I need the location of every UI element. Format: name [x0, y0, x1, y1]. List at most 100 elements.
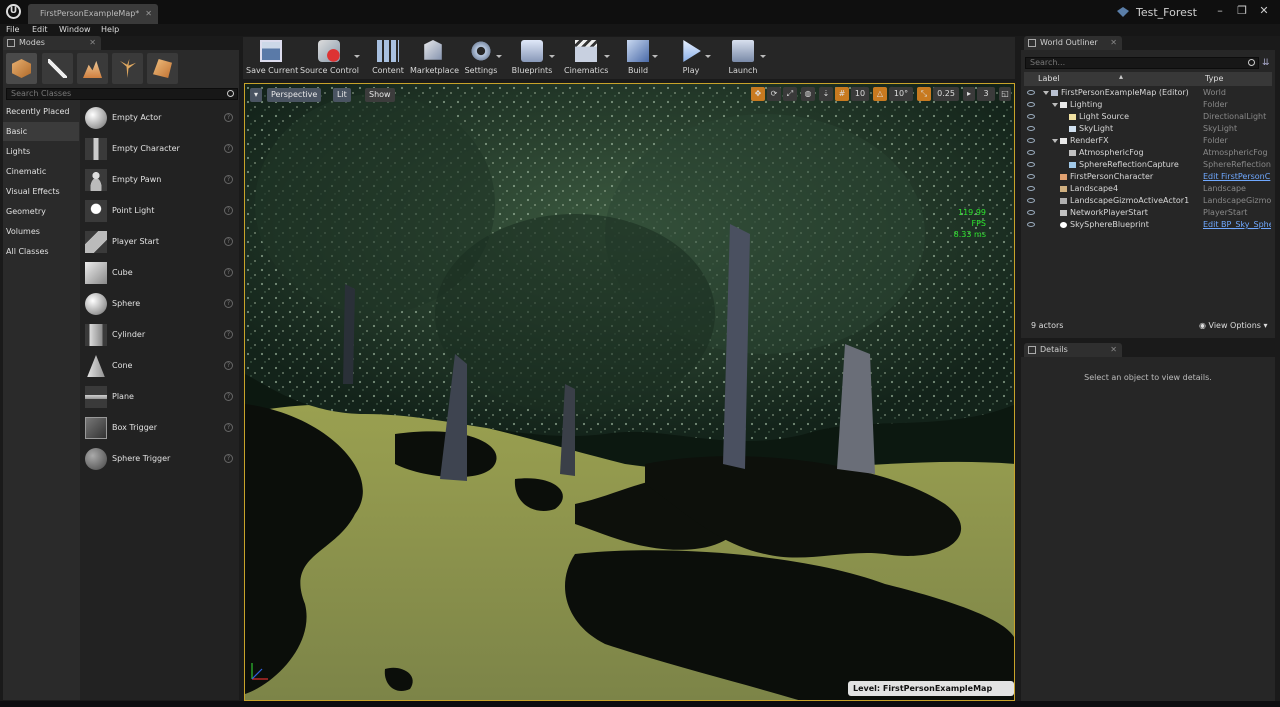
outliner-row[interactable]: Landscape4 Landscape	[1021, 183, 1275, 195]
scale-snap-toggle[interactable]: ⤡	[917, 87, 931, 101]
visibility-eye-icon[interactable]	[1027, 222, 1035, 227]
outliner-row[interactable]: FirstPersonExampleMap (Editor) World	[1021, 87, 1275, 99]
item-sphere-trigger[interactable]: Sphere Trigger ?	[80, 445, 239, 476]
minimize-button[interactable]: –	[1212, 4, 1228, 18]
category-geometry[interactable]: Geometry	[3, 202, 79, 221]
lit-button[interactable]: Lit	[333, 88, 351, 102]
build-button[interactable]: Build	[620, 37, 658, 79]
help-icon[interactable]: ?	[224, 113, 233, 122]
launch-button[interactable]: Launch	[722, 37, 766, 79]
close-window-button[interactable]: ✕	[1256, 4, 1272, 18]
category-basic[interactable]: Basic	[3, 122, 79, 141]
category-all-classes[interactable]: All Classes	[3, 242, 79, 261]
visibility-eye-icon[interactable]	[1027, 174, 1035, 179]
edit-blueprint-link[interactable]: Edit FirstPersonC	[1203, 171, 1271, 183]
item-plane[interactable]: Plane ?	[80, 383, 239, 414]
help-icon[interactable]: ?	[224, 299, 233, 308]
paint-mode-button[interactable]	[42, 53, 73, 84]
viewport-options-button[interactable]: ▾	[250, 88, 263, 102]
visibility-eye-icon[interactable]	[1027, 162, 1035, 167]
camera-speed-icon[interactable]: ▸	[963, 87, 975, 101]
content-button[interactable]: Content	[368, 37, 408, 79]
help-icon[interactable]: ?	[224, 175, 233, 184]
place-mode-button[interactable]	[6, 53, 37, 84]
maximize-button[interactable]: ❐	[1234, 4, 1250, 18]
foliage-mode-button[interactable]	[112, 53, 143, 84]
settings-button[interactable]: Settings	[462, 37, 502, 79]
help-icon[interactable]: ?	[224, 206, 233, 215]
help-icon[interactable]: ?	[224, 361, 233, 370]
settings-dropdown-icon[interactable]	[496, 55, 502, 58]
label-column-header[interactable]: Label	[1038, 72, 1060, 86]
save-current-button[interactable]: Save Current	[246, 37, 298, 79]
play-dropdown-icon[interactable]	[705, 55, 711, 58]
details-tab[interactable]: Details ✕	[1024, 343, 1122, 357]
rotation-snap-toggle[interactable]: △	[873, 87, 887, 101]
landscape-mode-button[interactable]	[77, 53, 108, 84]
scale-snap-value[interactable]: 0.25	[933, 87, 959, 101]
visibility-eye-icon[interactable]	[1027, 186, 1035, 191]
visibility-eye-icon[interactable]	[1027, 102, 1035, 107]
outliner-row[interactable]: SphereReflectionCapture SphereReflectionC	[1021, 159, 1275, 171]
category-volumes[interactable]: Volumes	[3, 222, 79, 241]
outliner-row[interactable]: SkySphereBlueprint Edit BP_Sky_Sphe	[1021, 219, 1275, 231]
visibility-eye-icon[interactable]	[1027, 198, 1035, 203]
category-cinematic[interactable]: Cinematic	[3, 162, 79, 181]
source-control-button[interactable]: Source Control	[300, 37, 360, 79]
category-recently-placed[interactable]: Recently Placed	[3, 102, 79, 121]
perspective-button[interactable]: Perspective	[267, 88, 322, 102]
item-box-trigger[interactable]: Box Trigger ?	[80, 414, 239, 445]
outliner-row[interactable]: SkyLight SkyLight	[1021, 123, 1275, 135]
menu-help[interactable]: Help	[101, 24, 119, 36]
level-viewport[interactable]: ▾ Perspective Lit Show ✥ ⟳ ⤢ ◍ ⇣ # 10 △ …	[244, 83, 1015, 701]
outliner-row[interactable]: Lighting Folder	[1021, 99, 1275, 111]
category-visual-effects[interactable]: Visual Effects	[3, 182, 79, 201]
close-tab-icon[interactable]: ✕	[145, 4, 152, 24]
item-empty-character[interactable]: Empty Character ?	[80, 135, 239, 166]
outliner-row[interactable]: RenderFX Folder	[1021, 135, 1275, 147]
outliner-search-input[interactable]: Search...	[1025, 57, 1259, 69]
help-icon[interactable]: ?	[224, 392, 233, 401]
outliner-row[interactable]: Light Source DirectionalLight	[1021, 111, 1275, 123]
grid-snap-value[interactable]: 10	[851, 87, 869, 101]
close-details-icon[interactable]: ✕	[1110, 343, 1117, 357]
item-player-start[interactable]: Player Start ?	[80, 228, 239, 259]
visibility-eye-icon[interactable]	[1027, 126, 1035, 131]
expand-arrow-icon[interactable]	[1052, 139, 1058, 143]
menu-file[interactable]: File	[6, 24, 19, 36]
rotate-tool-button[interactable]: ⟳	[767, 87, 781, 101]
marketplace-button[interactable]: Marketplace	[410, 37, 459, 79]
close-outliner-icon[interactable]: ✕	[1110, 36, 1117, 50]
help-icon[interactable]: ?	[224, 237, 233, 246]
camera-speed-value[interactable]: 3	[977, 87, 995, 101]
item-cylinder[interactable]: Cylinder ?	[80, 321, 239, 352]
help-icon[interactable]: ?	[224, 330, 233, 339]
rotation-snap-value[interactable]: 10°	[889, 87, 913, 101]
item-sphere[interactable]: Sphere ?	[80, 290, 239, 321]
maximize-viewport-button[interactable]: ◱	[999, 87, 1011, 101]
geometry-mode-button[interactable]	[147, 53, 178, 84]
type-column-header[interactable]: Type	[1205, 72, 1223, 86]
help-icon[interactable]: ?	[224, 268, 233, 277]
visibility-eye-icon[interactable]	[1027, 210, 1035, 215]
outliner-row[interactable]: LandscapeGizmoActiveActor1 LandscapeGizmo…	[1021, 195, 1275, 207]
visibility-eye-icon[interactable]	[1027, 114, 1035, 119]
play-button[interactable]: Play	[673, 37, 711, 79]
item-empty-pawn[interactable]: Empty Pawn ?	[80, 166, 239, 197]
cinematics-dropdown-icon[interactable]	[604, 55, 610, 58]
item-cube[interactable]: Cube ?	[80, 259, 239, 290]
level-tab[interactable]: FirstPersonExampleMap* ✕	[28, 4, 158, 24]
translate-tool-button[interactable]: ✥	[751, 87, 765, 101]
visibility-eye-icon[interactable]	[1027, 138, 1035, 143]
item-cone[interactable]: Cone ?	[80, 352, 239, 383]
outliner-filter-icon[interactable]: ⇊	[1262, 57, 1272, 69]
visibility-eye-icon[interactable]	[1027, 150, 1035, 155]
world-outliner-tab[interactable]: World Outliner ✕	[1024, 36, 1122, 50]
grid-snap-toggle[interactable]: #	[835, 87, 849, 101]
show-button[interactable]: Show	[365, 88, 395, 102]
blueprints-dropdown-icon[interactable]	[549, 55, 555, 58]
search-classes-input[interactable]: Search Classes	[6, 88, 238, 100]
modes-tab[interactable]: Modes ✕	[3, 36, 101, 50]
surface-snap-button[interactable]: ⇣	[819, 87, 833, 101]
view-options-button[interactable]: ◉ View Options ▾	[1199, 320, 1268, 332]
